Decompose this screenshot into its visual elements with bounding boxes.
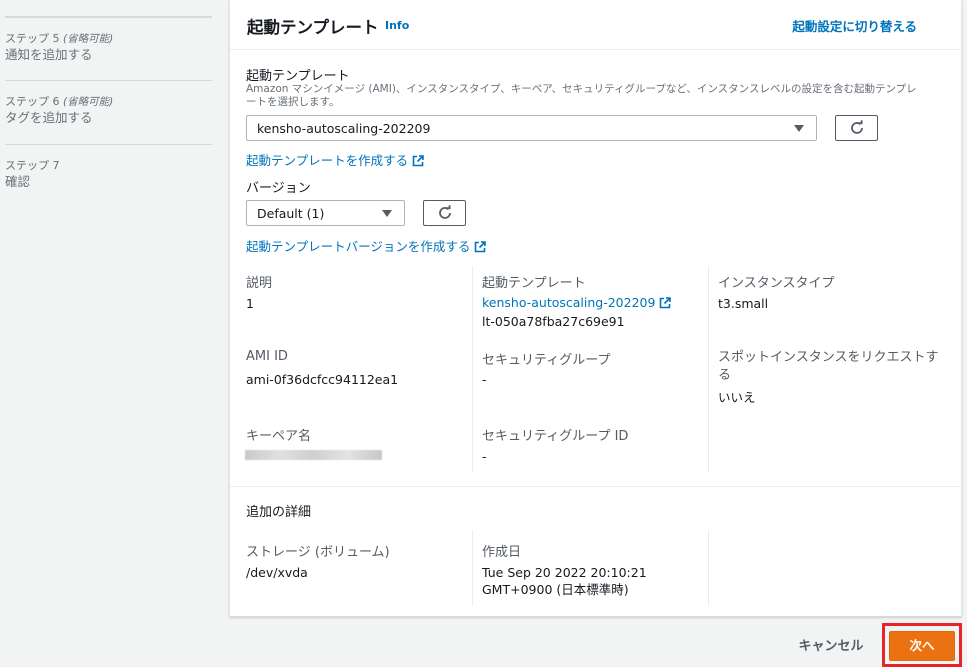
template-detail-link-label: kensho-autoscaling-202209 [482, 295, 656, 310]
refresh-versions-button[interactable] [423, 200, 466, 226]
column-divider [472, 530, 473, 606]
template-detail-link[interactable]: kensho-autoscaling-202209 [482, 295, 672, 310]
version-select-value: Default (1) [257, 206, 325, 221]
external-link-icon [660, 297, 672, 309]
step-5: ステップ 5 (省略可能) 通知を追加する [5, 17, 212, 64]
step-6-label[interactable]: タグを追加する [5, 109, 212, 127]
spot-request-label: スポットインスタンスをリクエストする [718, 350, 939, 383]
external-link-icon [475, 241, 487, 253]
step-7-number: ステップ 7 [5, 159, 60, 172]
step-5-label[interactable]: 通知を追加する [5, 46, 212, 64]
caret-down-icon [794, 125, 804, 132]
description-value: 1 [246, 296, 254, 311]
template-select-value: kensho-autoscaling-202209 [257, 121, 431, 136]
spot-request-value: いいえ [718, 390, 756, 405]
column-divider [708, 530, 709, 606]
created-date-label: 作成日 [482, 545, 522, 560]
security-group-value: - [482, 372, 487, 387]
caret-down-icon [382, 210, 392, 217]
template-field-description: Amazon マシンイメージ (AMI)、インスタンスタイプ、キーペア、セキュリ… [246, 83, 917, 108]
version-select[interactable]: Default (1) [246, 200, 405, 226]
version-field-label: バージョン [246, 181, 311, 196]
instance-type-value: t3.small [718, 296, 769, 311]
redacted-key-pair-value [245, 450, 382, 460]
refresh-templates-button[interactable] [835, 115, 878, 141]
cancel-button[interactable]: キャンセル [786, 632, 876, 662]
instance-type-label: インスタンスタイプ [718, 276, 835, 291]
column-divider [472, 266, 473, 472]
next-button[interactable]: 次へ [889, 631, 955, 661]
security-group-id-value: - [482, 449, 487, 464]
step-5-number: ステップ 5 [5, 32, 60, 45]
create-version-link[interactable]: 起動テンプレートバージョンを作成する [246, 236, 487, 255]
info-link[interactable]: Info [385, 19, 409, 32]
security-group-id-label: セキュリティグループ ID [482, 429, 629, 444]
panel-title: 起動テンプレート [247, 18, 379, 37]
description-label: 説明 [246, 276, 273, 291]
step-6-number: ステップ 6 [5, 95, 60, 108]
security-group-label: セキュリティグループ [482, 353, 611, 368]
additional-details-heading: 追加の詳細 [246, 505, 312, 520]
ami-id-label: AMI ID [246, 349, 288, 364]
template-field-label: 起動テンプレート [246, 69, 350, 84]
panel-header: 起動テンプレート Info 起動設定に切り替える [230, 0, 961, 50]
step-5-optional: (省略可能) [63, 33, 114, 45]
template-detail-label: 起動テンプレート [482, 276, 586, 291]
step-6-optional: (省略可能) [63, 96, 114, 108]
ami-id-value: ami-0f36dcfcc94112ea1 [246, 372, 399, 387]
create-template-link[interactable]: 起動テンプレートを作成する [246, 150, 424, 169]
template-id-value: lt-050a78fba27c69e91 [482, 314, 625, 329]
key-pair-label: キーペア名 [246, 429, 312, 444]
created-date-value: Tue Sep 20 2022 20:10:21 GMT+0900 (日本標準時… [482, 565, 647, 597]
refresh-icon [850, 120, 863, 134]
switch-to-launch-config-link[interactable]: 起動設定に切り替える [792, 16, 917, 35]
template-select[interactable]: kensho-autoscaling-202209 [246, 115, 817, 141]
column-divider [708, 266, 709, 472]
step-7-label[interactable]: 確認 [5, 173, 212, 191]
create-template-link-label: 起動テンプレートを作成する [246, 153, 409, 168]
storage-value: /dev/xvda [246, 565, 308, 580]
section-divider [230, 486, 961, 487]
create-version-link-label: 起動テンプレートバージョンを作成する [246, 239, 471, 254]
storage-label: ストレージ (ボリューム) [246, 545, 390, 560]
step-6: ステップ 6 (省略可能) タグを追加する [5, 80, 212, 127]
step-7: ステップ 7 確認 [5, 144, 212, 191]
refresh-icon [438, 205, 451, 219]
external-link-icon [412, 155, 424, 167]
